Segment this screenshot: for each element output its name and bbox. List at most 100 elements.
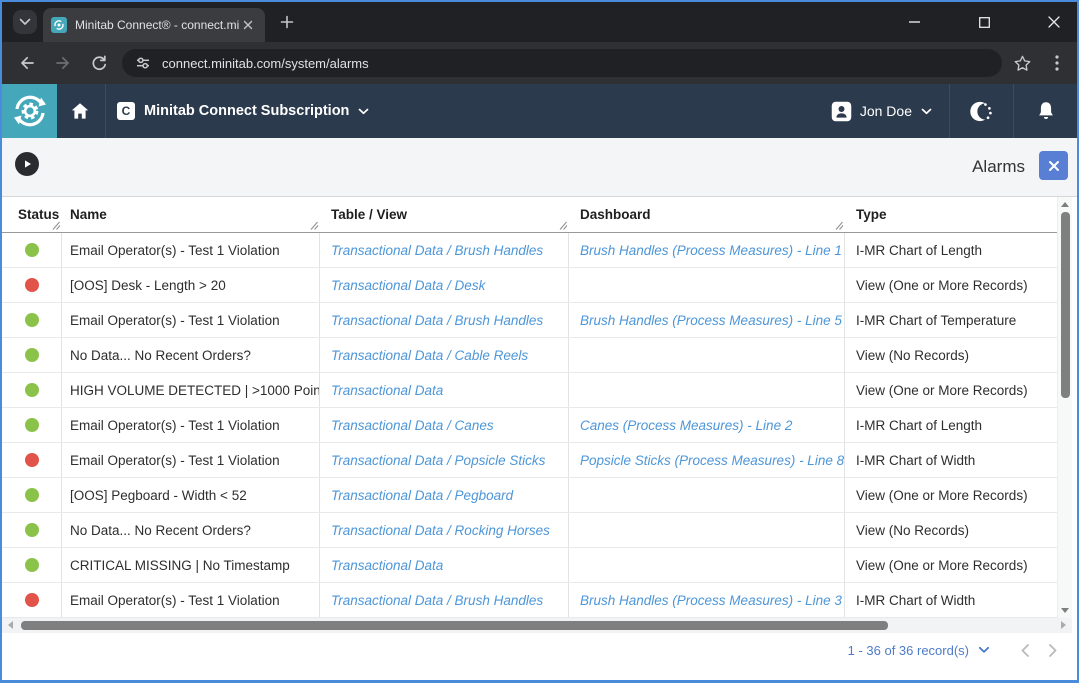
table-view-link[interactable]: Transactional Data / Rocking Horses <box>320 513 569 547</box>
table-view-link[interactable]: Transactional Data <box>320 548 569 582</box>
table-view-link[interactable]: Transactional Data / Brush Handles <box>320 233 569 267</box>
tab-search-button[interactable] <box>13 10 37 34</box>
table-row[interactable]: No Data... No Recent Orders? Transaction… <box>2 513 1057 548</box>
dashboard-link[interactable]: Brush Handles (Process Measures) - Line … <box>569 583 845 617</box>
table-row[interactable]: Email Operator(s) - Test 1 Violation Tra… <box>2 303 1057 338</box>
night-mode-button[interactable] <box>950 84 1013 138</box>
dashboard-link[interactable] <box>569 373 845 407</box>
reload-button[interactable] <box>84 48 114 78</box>
table-row[interactable]: No Data... No Recent Orders? Transaction… <box>2 338 1057 373</box>
alarm-type: I-MR Chart of Length <box>845 408 1057 442</box>
dashboard-link[interactable] <box>569 478 845 512</box>
status-cell <box>2 548 62 582</box>
status-indicator <box>25 488 39 502</box>
notifications-bell-icon <box>1034 99 1058 123</box>
app-header: C Minitab Connect Subscription Jon Doe <box>2 84 1077 138</box>
panel-close-button[interactable] <box>1039 151 1068 180</box>
window-minimize-button[interactable] <box>891 2 937 42</box>
alarm-type: I-MR Chart of Width <box>845 443 1057 477</box>
new-tab-button[interactable] <box>274 9 300 35</box>
status-cell <box>2 443 62 477</box>
column-resize-handle-icon[interactable] <box>559 221 568 230</box>
alarm-name: Email Operator(s) - Test 1 Violation <box>62 408 320 442</box>
column-resize-handle-icon[interactable] <box>52 221 61 230</box>
subscription-selector[interactable]: C Minitab Connect Subscription <box>117 84 369 138</box>
records-count-dropdown[interactable]: 1 - 36 of 36 record(s) <box>848 643 969 658</box>
scrollbar-arrow-icon[interactable] <box>8 621 13 629</box>
table-row[interactable]: CRITICAL MISSING | No Timestamp Transact… <box>2 548 1057 583</box>
dashboard-link[interactable]: Brush Handles (Process Measures) - Line … <box>569 233 845 267</box>
pagination-prev-icon <box>1020 643 1030 658</box>
column-resize-handle-icon[interactable] <box>310 221 319 230</box>
table-view-link[interactable]: Transactional Data <box>320 373 569 407</box>
scrollbar-arrow-icon[interactable] <box>1061 608 1069 613</box>
browser-toolbar: connect.minitab.com/system/alarms <box>2 42 1077 84</box>
status-indicator <box>25 558 39 572</box>
dashboard-link[interactable]: Popsicle Sticks (Process Measures) - Lin… <box>569 443 845 477</box>
window-close-button[interactable] <box>1031 2 1077 42</box>
notifications-button[interactable] <box>1014 84 1077 138</box>
forward-button[interactable] <box>48 48 78 78</box>
panel-toolbar: Alarms <box>2 138 1077 197</box>
table-view-link[interactable]: Transactional Data / Desk <box>320 268 569 302</box>
alarm-name: No Data... No Recent Orders? <box>62 513 320 547</box>
pagination-chevron-down-icon[interactable] <box>978 646 990 654</box>
column-header-type[interactable]: Type <box>845 197 1057 232</box>
table-row[interactable]: Email Operator(s) - Test 1 Violation Tra… <box>2 408 1057 443</box>
status-cell <box>2 233 62 267</box>
table-row[interactable]: HIGH VOLUME DETECTED | >1000 Points Tran… <box>2 373 1057 408</box>
column-header-name[interactable]: Name <box>62 197 320 232</box>
column-header-table-view[interactable]: Table / View <box>320 197 569 232</box>
pagination-next-button[interactable] <box>1048 643 1058 658</box>
url-text[interactable]: connect.minitab.com/system/alarms <box>162 56 369 71</box>
user-menu[interactable]: Jon Doe <box>814 84 949 138</box>
table-row[interactable]: [OOS] Desk - Length > 20 Transactional D… <box>2 268 1057 303</box>
dashboard-link[interactable] <box>569 268 845 302</box>
column-resize-handle-icon[interactable] <box>835 221 844 230</box>
tab-close-icon[interactable] <box>239 16 257 34</box>
night-mode-moon-icon <box>968 98 995 125</box>
pagination-prev-button[interactable] <box>1020 643 1030 658</box>
table-view-link[interactable]: Transactional Data / Cable Reels <box>320 338 569 372</box>
scrollbar-arrow-icon[interactable] <box>1061 621 1066 629</box>
dashboard-link[interactable]: Brush Handles (Process Measures) - Line … <box>569 303 845 337</box>
subscription-label: Minitab Connect Subscription <box>144 103 349 119</box>
browser-tab-active[interactable]: Minitab Connect® - connect.mi <box>43 8 265 42</box>
home-icon <box>69 100 91 122</box>
forward-arrow-icon <box>54 54 72 72</box>
status-cell <box>2 303 62 337</box>
column-header-dashboard[interactable]: Dashboard <box>569 197 845 232</box>
table-view-link[interactable]: Transactional Data / Brush Handles <box>320 583 569 617</box>
site-settings-icon[interactable] <box>134 54 152 72</box>
horizontal-scrollbar-thumb[interactable] <box>21 621 888 630</box>
dashboard-link[interactable] <box>569 338 845 372</box>
table-row[interactable]: Email Operator(s) - Test 1 Violation Tra… <box>2 233 1057 268</box>
dashboard-link[interactable] <box>569 513 845 547</box>
home-button[interactable] <box>62 84 98 138</box>
table-view-link[interactable]: Transactional Data / Brush Handles <box>320 303 569 337</box>
dashboard-link[interactable]: Canes (Process Measures) - Line 2 <box>569 408 845 442</box>
status-indicator <box>25 523 39 537</box>
table-row[interactable]: [OOS] Pegboard - Width < 52 Transactiona… <box>2 478 1057 513</box>
status-indicator <box>25 278 39 292</box>
table-view-link[interactable]: Transactional Data / Pegboard <box>320 478 569 512</box>
horizontal-scrollbar[interactable] <box>2 618 1072 633</box>
scrollbar-arrow-icon[interactable] <box>1061 202 1069 207</box>
table-view-link[interactable]: Transactional Data / Popsicle Sticks <box>320 443 569 477</box>
table-row[interactable]: Email Operator(s) - Test 1 Violation Tra… <box>2 583 1057 618</box>
status-cell <box>2 408 62 442</box>
table-row[interactable]: Email Operator(s) - Test 1 Violation Tra… <box>2 443 1057 478</box>
run-button[interactable] <box>15 152 39 176</box>
minitab-connect-logo[interactable] <box>2 84 57 138</box>
dashboard-link[interactable] <box>569 548 845 582</box>
browser-menu-button[interactable] <box>1042 48 1072 78</box>
table-view-link[interactable]: Transactional Data / Canes <box>320 408 569 442</box>
status-indicator <box>25 593 39 607</box>
status-cell <box>2 583 62 617</box>
vertical-scrollbar-thumb[interactable] <box>1061 212 1070 398</box>
address-bar[interactable]: connect.minitab.com/system/alarms <box>122 49 1002 77</box>
vertical-scrollbar[interactable] <box>1057 197 1072 618</box>
bookmark-button[interactable] <box>1007 48 1037 78</box>
window-maximize-button[interactable] <box>961 2 1007 42</box>
back-button[interactable] <box>12 48 42 78</box>
